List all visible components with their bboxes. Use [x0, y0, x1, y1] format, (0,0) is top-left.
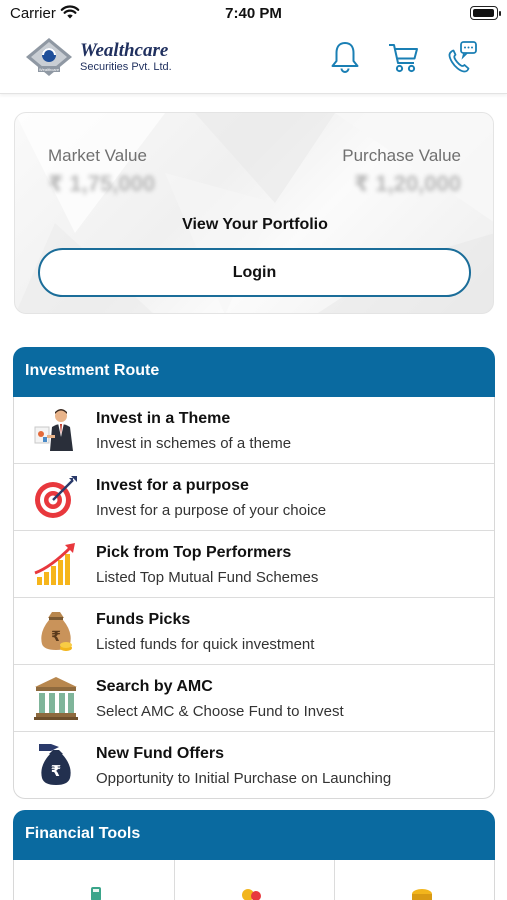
purchase-value: ₹ 1,20,000 — [353, 171, 461, 196]
route-item-funds-picks[interactable]: ₹ Funds Picks Listed funds for quick inv… — [14, 598, 494, 665]
calculator-icon — [91, 887, 101, 900]
market-value-label: Market Value — [48, 146, 147, 165]
route-item-subtitle: Invest in schemes of a theme — [96, 435, 292, 452]
bell-icon[interactable] — [329, 40, 361, 74]
target-icon — [35, 476, 77, 518]
purchase-value-label: Purchase Value — [342, 146, 461, 165]
route-item-subtitle: Listed funds for quick investment — [96, 636, 315, 653]
route-item-title: New Fund Offers — [96, 745, 225, 762]
bank-icon — [34, 677, 78, 720]
brand-subtitle: Securities Pvt. Ltd. — [80, 61, 172, 73]
portfolio-card: Market Value Purchase Value ₹ 1,75,000 ₹… — [14, 112, 494, 314]
route-item-title: Pick from Top Performers — [96, 544, 292, 561]
investment-route-title: Investment Route — [25, 362, 160, 379]
route-item-search-by-amc[interactable]: Search by AMC Select AMC & Choose Fund t… — [14, 665, 494, 732]
svg-text:₹: ₹ — [51, 762, 61, 780]
route-item-title: Invest for a purpose — [96, 477, 249, 494]
nfo-bag-icon: ₹ — [39, 744, 71, 785]
route-item-invest-for-purpose[interactable]: Invest for a purpose Invest for a purpos… — [14, 464, 494, 531]
route-item-subtitle: Select AMC & Choose Fund to Invest — [96, 703, 344, 720]
status-time: 7:40 PM — [225, 5, 282, 22]
svg-text:₹: ₹ — [51, 629, 61, 645]
market-value: ₹ 1,75,000 — [48, 171, 156, 196]
tool-cell-coin-stack[interactable] — [334, 860, 494, 900]
battery-icon — [470, 6, 501, 20]
cart-icon[interactable] — [387, 40, 419, 74]
tool-cell-calculator[interactable] — [14, 860, 174, 900]
financial-tools-grid — [13, 860, 495, 900]
status-bar: Carrier 7:40 PM — [0, 0, 507, 30]
logo-text: Wealthcare — [39, 67, 60, 72]
financial-tools-header: Financial Tools — [13, 810, 495, 860]
investment-route-header: Investment Route — [13, 347, 495, 397]
presenter-icon — [34, 409, 73, 451]
company-logo[interactable]: Wealthcare — [24, 36, 74, 78]
phone-chat-icon[interactable] — [446, 40, 478, 74]
login-button[interactable]: Login — [38, 248, 471, 297]
route-item-top-performers[interactable]: Pick from Top Performers Listed Top Mutu… — [14, 531, 494, 598]
app-header: Wealthcare Wealthcare Securities Pvt. Lt… — [0, 30, 507, 94]
financial-tools-title: Financial Tools — [25, 825, 141, 842]
view-portfolio-label: View Your Portfolio — [182, 216, 328, 233]
tool-cell-coins[interactable] — [174, 860, 334, 900]
route-item-title: Funds Picks — [96, 611, 191, 628]
route-item-new-fund-offers[interactable]: ₹ New Fund Offers Opportunity to Initial… — [14, 732, 494, 798]
coin-stack-icon — [412, 889, 432, 900]
route-item-subtitle: Opportunity to Initial Purchase on Launc… — [96, 770, 392, 787]
route-item-invest-in-theme[interactable]: Invest in a Theme Invest in schemes of a… — [14, 397, 494, 464]
money-bag-icon: ₹ — [41, 612, 72, 651]
growth-chart-icon — [34, 543, 75, 585]
route-item-title: Search by AMC — [96, 678, 213, 695]
brand-name: Wealthcare — [80, 40, 169, 61]
route-item-subtitle: Invest for a purpose of your choice — [96, 502, 327, 519]
investment-route-list: Invest in a Theme Invest in schemes of a… — [13, 397, 495, 799]
route-item-title: Invest in a Theme — [96, 410, 231, 427]
coins-icon — [242, 889, 261, 900]
route-item-subtitle: Listed Top Mutual Fund Schemes — [96, 569, 319, 586]
